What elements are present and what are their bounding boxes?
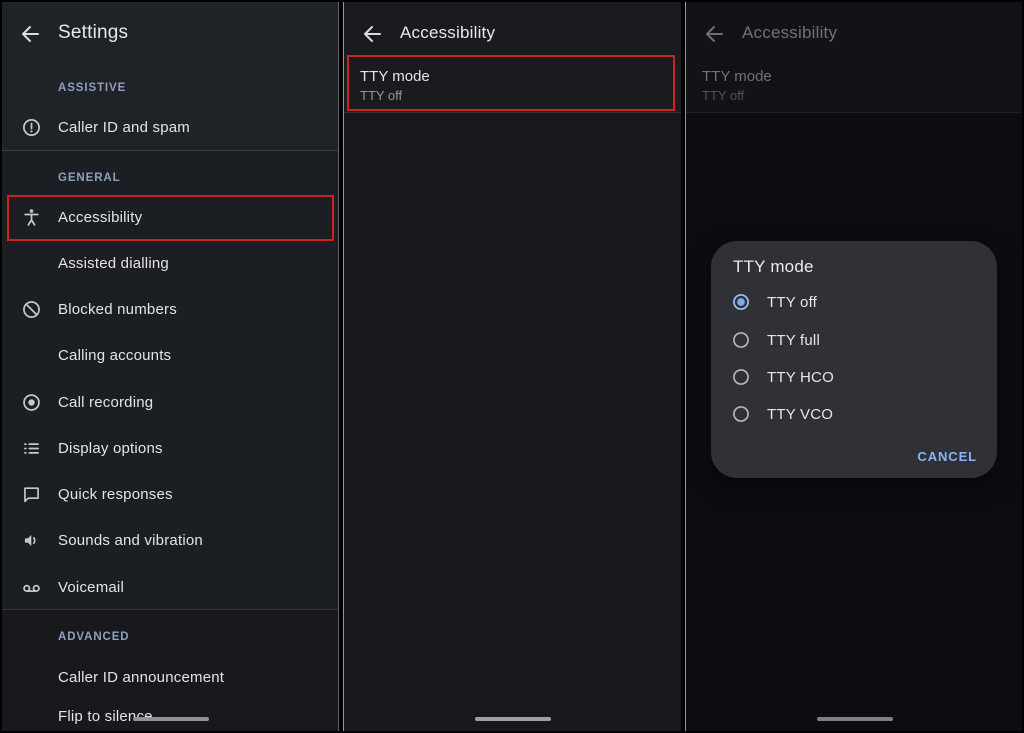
settings-item-label: Call recording — [58, 394, 153, 411]
settings-item-label: Quick responses — [58, 486, 173, 503]
back-arrow-icon[interactable] — [18, 22, 42, 46]
page-title: Settings — [58, 22, 128, 44]
radio-unselected-icon — [731, 404, 751, 424]
settings-item-quick-responses[interactable]: Quick responses — [2, 471, 338, 517]
settings-item-label: Sounds and vibration — [58, 532, 203, 549]
radio-option-label: TTY full — [767, 332, 820, 349]
chat-bubble-icon — [19, 482, 43, 506]
radio-option-tty-vco[interactable]: TTY VCO — [711, 397, 997, 431]
radio-option-tty-off[interactable]: TTY off — [711, 285, 997, 319]
highlight-box-accessibility — [7, 195, 334, 241]
gesture-navigation-handle[interactable] — [817, 717, 893, 721]
radio-unselected-icon — [731, 367, 751, 387]
highlight-box-tty-mode — [347, 55, 675, 111]
settings-item-label: Flip to silence — [58, 708, 153, 725]
record-icon — [19, 390, 43, 414]
settings-item-flip-to-silence[interactable]: Flip to silence — [2, 693, 338, 731]
settings-appbar: Settings — [2, 2, 338, 58]
radio-option-label: TTY HCO — [767, 369, 834, 386]
dialog-title: TTY mode — [733, 257, 814, 277]
tty-mode-title: TTY mode — [702, 68, 772, 85]
radio-option-label: TTY VCO — [767, 406, 833, 423]
settings-item-caller-id-and-spam[interactable]: Caller ID and spam — [2, 104, 338, 150]
accessibility-screen: Accessibility TTY mode TTY off — [343, 2, 681, 731]
list-icon — [19, 436, 43, 460]
cancel-button[interactable]: CANCEL — [917, 449, 977, 464]
gesture-navigation-handle[interactable] — [133, 717, 209, 721]
section-header-advanced: ADVANCED — [58, 631, 130, 643]
caller-id-spam-icon — [19, 115, 43, 139]
settings-item-call-recording[interactable]: Call recording — [2, 379, 338, 425]
divider — [344, 112, 681, 113]
settings-item-label: Caller ID announcement — [58, 669, 224, 686]
settings-item-calling-accounts[interactable]: Calling accounts — [2, 332, 338, 378]
voicemail-icon — [19, 575, 43, 599]
tty-mode-item-dimmed: TTY mode TTY off — [686, 2, 1022, 112]
settings-item-label: Blocked numbers — [58, 301, 177, 318]
settings-item-sounds-and-vibration[interactable]: Sounds and vibration — [2, 517, 338, 563]
settings-item-label: Assisted dialling — [58, 255, 169, 272]
section-header-general: GENERAL — [58, 172, 121, 184]
three-screenshot-composite: Settings ASSISTIVE Caller ID and spam GE… — [0, 0, 1024, 733]
radio-option-tty-hco[interactable]: TTY HCO — [711, 360, 997, 394]
accessibility-screen-dimmed: Accessibility TTY mode TTY off TTY mode … — [685, 2, 1022, 731]
blocked-icon — [19, 297, 43, 321]
tty-mode-dialog: TTY mode TTY off TTY full TTY HCO — [711, 241, 997, 478]
settings-item-voicemail[interactable]: Voicemail — [2, 564, 338, 610]
tty-mode-value: TTY off — [702, 88, 744, 103]
settings-item-assisted-dialling[interactable]: Assisted dialling — [2, 240, 338, 286]
radio-unselected-icon — [731, 330, 751, 350]
radio-option-tty-full[interactable]: TTY full — [711, 323, 997, 357]
settings-item-label: Calling accounts — [58, 347, 171, 364]
settings-item-label: Voicemail — [58, 579, 124, 596]
settings-item-label: Caller ID and spam — [58, 119, 190, 136]
section-header-assistive: ASSISTIVE — [58, 82, 126, 94]
radio-selected-icon — [731, 292, 751, 312]
settings-item-blocked-numbers[interactable]: Blocked numbers — [2, 286, 338, 332]
gesture-navigation-handle[interactable] — [475, 717, 551, 721]
settings-screen: Settings ASSISTIVE Caller ID and spam GE… — [2, 2, 339, 731]
settings-item-label: Display options — [58, 440, 163, 457]
radio-option-label: TTY off — [767, 294, 817, 311]
speaker-icon — [19, 528, 43, 552]
settings-item-display-options[interactable]: Display options — [2, 425, 338, 471]
divider — [686, 112, 1022, 113]
